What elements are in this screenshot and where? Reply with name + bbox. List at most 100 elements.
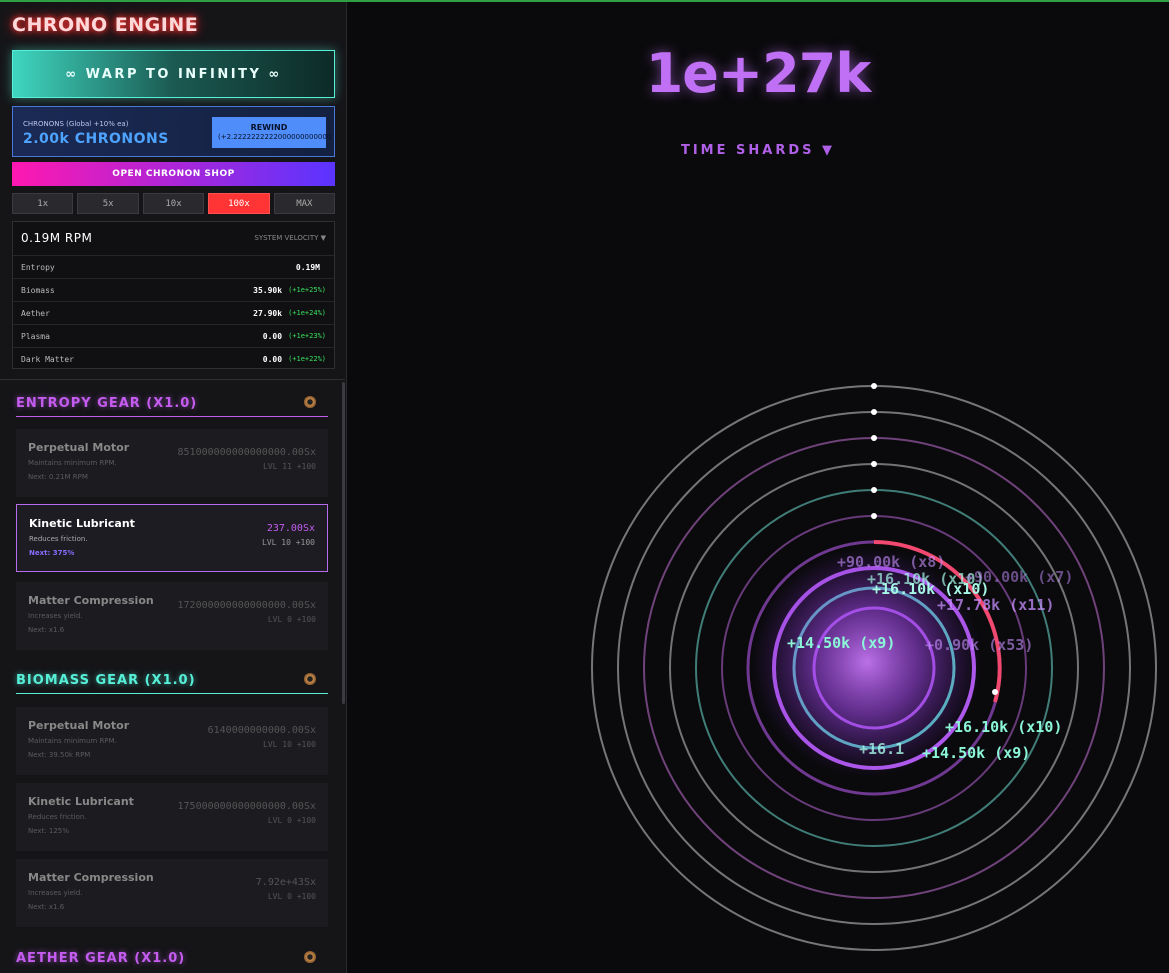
multiplier-10x-button[interactable]: 10x (142, 193, 205, 214)
resource-name: Plasma (21, 331, 50, 341)
upgrade-level: LVL 10 +100 (262, 538, 315, 547)
upgrade-desc: Increases yield. (28, 889, 83, 897)
gear-marker-4 (871, 461, 877, 467)
upgrade-cost: 851000000000000000.00Sx (177, 447, 316, 458)
floating-gain-text: +0.90k (x53) (925, 636, 1033, 654)
floating-gain-text: +90.00k (x7) (965, 568, 1073, 586)
multiplier-max-button[interactable]: MAX (273, 193, 336, 214)
chronon-label: CHRONONS (Global +10% ea) (23, 120, 129, 128)
gear-marker-1 (871, 383, 877, 389)
eye-icon[interactable] (304, 673, 316, 685)
upgrade-level: LVL 0 +100 (267, 816, 316, 825)
upgrade-desc: Maintains minimum RPM. (28, 459, 117, 467)
open-chronon-shop-button[interactable]: OPEN CHRONON SHOP (12, 162, 335, 186)
resource-value: 35.90k (253, 285, 283, 295)
aether-gear-header: AETHER GEAR (X1.0) (16, 948, 328, 972)
entropy-gear-header: ENTROPY GEAR (X1.0) (16, 393, 328, 417)
resource-name: Biomass (21, 285, 55, 295)
upgrade-name: Perpetual Motor (28, 441, 130, 454)
upgrade-cost: 7.92e+43Sx (255, 877, 316, 888)
app-title: CHRONO ENGINE (12, 14, 199, 36)
chronon-panel: CHRONONS (Global +10% ea) 2.00k CHRONONS… (12, 106, 335, 157)
resource-value: 0.00 (262, 354, 283, 364)
upgrade-card[interactable]: Perpetual Motor Maintains minimum RPM. N… (16, 429, 328, 497)
upgrade-card[interactable]: Matter Compression Increases yield. Next… (16, 582, 328, 650)
system-velocity-toggle[interactable]: SYSTEM VELOCITY ▼ (254, 234, 326, 242)
upgrade-level: LVL 11 +100 (263, 462, 316, 471)
upgrade-cost: 172000000000000000.00Sx (177, 600, 316, 611)
rewind-label: REWIND (250, 123, 288, 132)
buy-multiplier-row: 1x 5x 10x 100x MAX (12, 193, 336, 214)
resource-row: Plasma 0.00 (+1e+23%) (13, 324, 334, 347)
sidebar: CHRONO ENGINE ∞ WARP TO INFINITY ∞ CHRON… (0, 2, 347, 973)
gear-list-scrollbar[interactable] (342, 382, 345, 704)
resource-name: Entropy (21, 262, 55, 272)
upgrade-next: Next: x1.6 (28, 626, 65, 634)
gear-marker-7 (992, 689, 998, 695)
resource-value: 0.00 (262, 331, 283, 341)
warp-to-infinity-button[interactable]: ∞ WARP TO INFINITY ∞ (12, 50, 335, 98)
upgrade-name: Matter Compression (28, 871, 154, 884)
upgrade-desc: Increases yield. (28, 612, 83, 620)
main-view: 1e+27k TIME SHARDS ▼ +16.10k (x10) +14.5… (347, 2, 1169, 973)
upgrade-desc: Reduces friction. (29, 535, 88, 543)
upgrade-desc: Maintains minimum RPM. (28, 737, 117, 745)
multiplier-1x-button[interactable]: 1x (12, 193, 74, 214)
gear-visualization[interactable]: +16.10k (x10) +14.50k (x9) +17.78k (x11)… (347, 2, 1169, 973)
biomass-gear-header: BIOMASS GEAR (X1.0) (16, 670, 328, 694)
gear-title: AETHER GEAR (X1.0) (16, 951, 186, 966)
upgrade-next: Next: 0.21M RPM (28, 473, 88, 481)
upgrade-name: Kinetic Lubricant (28, 795, 134, 808)
eye-icon[interactable] (304, 951, 316, 963)
resource-rate: (+1e+22%) (288, 355, 326, 363)
upgrade-next: Next: x1.6 (28, 903, 65, 911)
system-velocity-panel: 0.19M RPM SYSTEM VELOCITY ▼ Entropy 0.19… (12, 221, 335, 369)
floating-gain-text: +14.50k (x9) (787, 634, 895, 652)
multiplier-100x-button[interactable]: 100x (208, 193, 270, 214)
resource-value: 27.90k (253, 308, 283, 318)
resource-row: Biomass 35.90k (+1e+25%) (13, 278, 334, 301)
upgrade-card[interactable]: Matter Compression Increases yield. Next… (16, 859, 328, 927)
upgrade-next: Next: 125% (28, 827, 69, 835)
resource-rate: (+1e+24%) (288, 309, 326, 317)
upgrade-name: Perpetual Motor (28, 719, 130, 732)
eye-icon[interactable] (304, 396, 316, 408)
resource-rate: (+1e+25%) (288, 286, 326, 294)
floating-gain-text: +17.78k (x11) (937, 596, 1054, 614)
upgrade-next: Next: 39.50k RPM (28, 751, 91, 759)
upgrade-cost: 6140000000000.00Sx (207, 725, 316, 736)
resource-row: Dark Matter 0.00 (+1e+22%) (13, 347, 334, 370)
upgrade-name: Kinetic Lubricant (29, 517, 135, 530)
multiplier-5x-button[interactable]: 5x (77, 193, 139, 214)
upgrade-level: LVL 10 +100 (263, 740, 316, 749)
gear-marker-2 (871, 409, 877, 415)
upgrade-card[interactable]: Kinetic Lubricant Reduces friction. Next… (16, 504, 328, 572)
gear-rings (591, 385, 1157, 951)
upgrade-level: LVL 0 +100 (267, 892, 316, 901)
rewind-button[interactable]: REWIND (+2.2222222222000000000000 (212, 117, 332, 148)
floating-gain-text: +14.50k (x9) (922, 744, 1030, 762)
upgrade-cost: 237.00Sx (266, 523, 315, 534)
gear-marker-5 (871, 487, 877, 493)
upgrade-desc: Reduces friction. (28, 813, 87, 821)
upgrade-card[interactable]: Kinetic Lubricant Reduces friction. Next… (16, 783, 328, 851)
gear-title: BIOMASS GEAR (X1.0) (16, 673, 196, 688)
resource-name: Dark Matter (21, 354, 74, 364)
rpm-value: 0.19M RPM (21, 231, 93, 245)
floating-gain-text: +16.1 (859, 740, 904, 758)
rewind-gain: (+2.2222222222000000000000 (218, 133, 332, 141)
upgrade-name: Matter Compression (28, 594, 154, 607)
resource-name: Aether (21, 308, 50, 318)
gear-marker-3 (871, 435, 877, 441)
upgrade-cost: 175000000000000000.00Sx (177, 801, 316, 812)
upgrade-level: LVL 0 +100 (267, 615, 316, 624)
resource-rate: (+1e+23%) (288, 332, 326, 340)
floating-gain-text: +16.10k (x10) (945, 718, 1062, 736)
chronon-value: 2.00k CHRONONS (23, 131, 169, 147)
upgrade-next: Next: 375% (29, 549, 75, 557)
gear-title: ENTROPY GEAR (X1.0) (16, 396, 198, 411)
resource-row: Aether 27.90k (+1e+24%) (13, 301, 334, 324)
resource-row: Entropy 0.19M (13, 255, 334, 278)
upgrade-card[interactable]: Perpetual Motor Maintains minimum RPM. N… (16, 707, 328, 775)
floating-gain-text: +90.00k (x8) (837, 553, 945, 571)
